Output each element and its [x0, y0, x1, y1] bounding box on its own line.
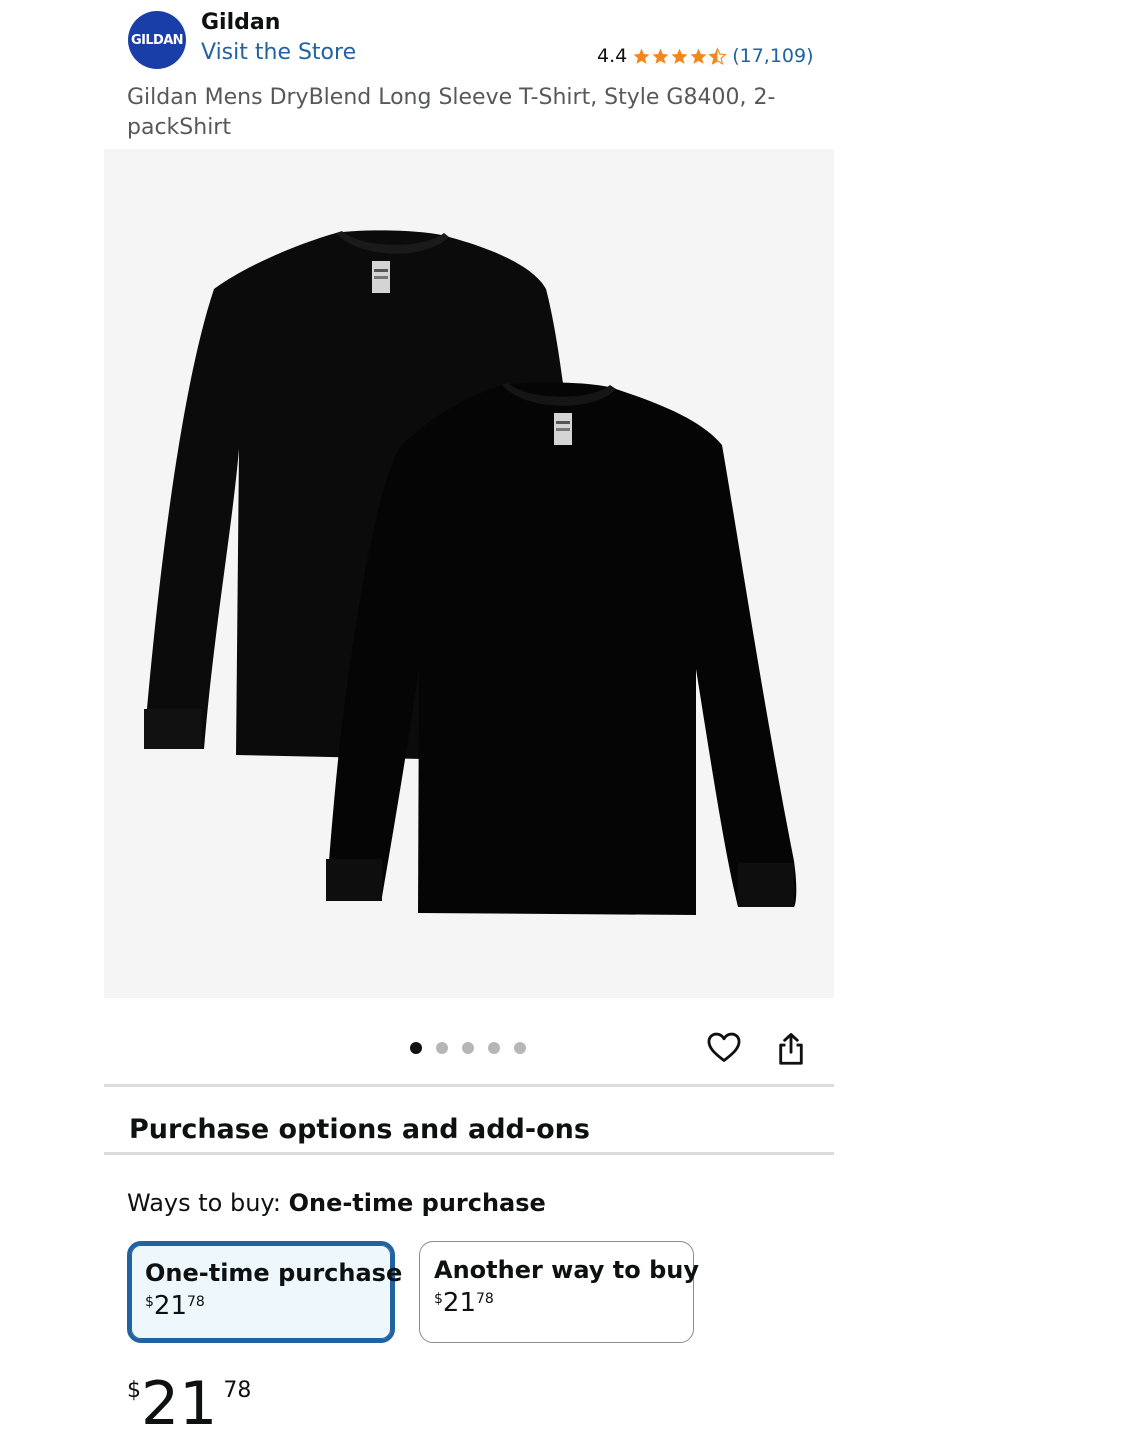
purchase-option-another[interactable]: Another way to buy $ 21 78: [419, 1241, 700, 1343]
star-icon: [652, 48, 669, 64]
main-price: $ 21 78: [127, 1372, 251, 1436]
price-symbol: $: [145, 1294, 154, 1310]
rating-value: 4.4: [597, 45, 628, 67]
price-fraction: 78: [187, 1294, 205, 1310]
star-icon: [671, 48, 688, 64]
section-title: Purchase options and add-ons: [129, 1114, 590, 1145]
price-symbol: $: [434, 1291, 443, 1307]
front-shirt: [326, 382, 797, 916]
price-symbol: $: [127, 1378, 141, 1403]
price-whole: 21: [153, 1291, 188, 1321]
option-label: One-time purchase: [145, 1259, 403, 1287]
price-whole: 21: [141, 1369, 218, 1439]
ways-to-buy-value: One-time purchase: [288, 1189, 546, 1217]
option-price: $ 21 78: [145, 1291, 391, 1321]
carousel-dot[interactable]: [488, 1042, 500, 1054]
carousel-dot[interactable]: [462, 1042, 474, 1054]
price-fraction: 78: [476, 1291, 494, 1307]
rating-summary[interactable]: 4.4 (17,109): [597, 42, 814, 70]
star-rating: [632, 46, 727, 66]
divider: [104, 1152, 834, 1155]
heart-icon[interactable]: [705, 1028, 743, 1066]
star-icon: [690, 48, 707, 64]
tshirt-pack-image: [144, 230, 797, 916]
review-count-link[interactable]: (17,109): [732, 45, 813, 67]
purchase-option-one-time[interactable]: One-time purchase $ 21 78: [127, 1241, 403, 1343]
ways-to-buy-label: Ways to buy:: [127, 1189, 289, 1217]
star-icon: [633, 48, 650, 64]
divider: [104, 1084, 834, 1087]
star-half-icon: [708, 46, 727, 65]
share-icon[interactable]: [772, 1030, 810, 1068]
product-image[interactable]: [104, 149, 834, 998]
ways-to-buy: Ways to buy: One-time purchase: [127, 1189, 546, 1217]
carousel-dot[interactable]: [514, 1042, 526, 1054]
brand-logo[interactable]: GILDAN: [128, 11, 186, 69]
carousel-dot[interactable]: [410, 1042, 422, 1054]
option-label: Another way to buy: [434, 1256, 700, 1284]
product-title: Gildan Mens DryBlend Long Sleeve T-Shirt…: [127, 85, 776, 140]
price-fraction: 78: [223, 1378, 252, 1403]
brand-name: Gildan: [201, 10, 281, 35]
price-whole: 21: [442, 1288, 477, 1318]
option-price: $ 21 78: [434, 1288, 693, 1318]
carousel-dot[interactable]: [436, 1042, 448, 1054]
visit-store-link[interactable]: Visit the Store: [201, 40, 356, 65]
image-carousel-dots: [410, 1042, 526, 1054]
